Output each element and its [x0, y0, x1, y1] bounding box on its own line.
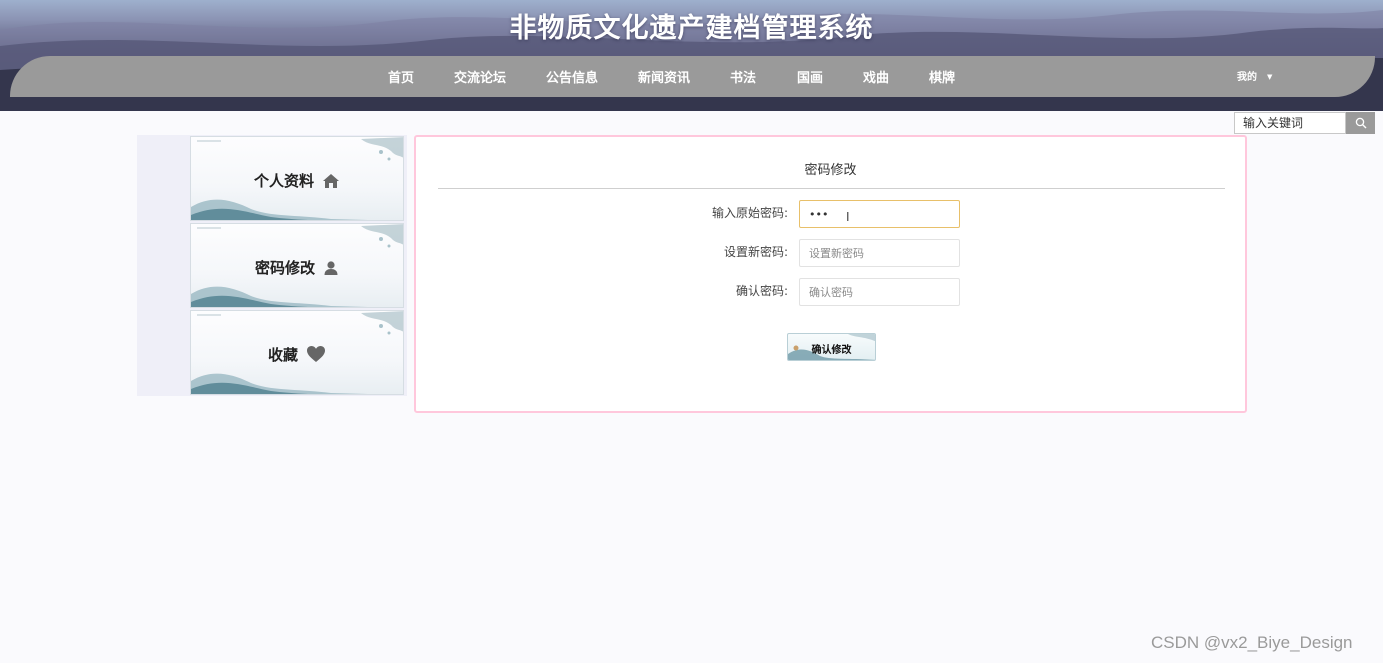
search-button[interactable]	[1346, 112, 1375, 134]
sidebar-item-favorites-label: 收藏	[191, 344, 403, 367]
nav-item-opera[interactable]: 戏曲	[863, 67, 889, 86]
nav-item-news[interactable]: 新闻资讯	[638, 67, 690, 86]
user-menu[interactable]: 我的 ▼	[1237, 68, 1272, 83]
sidebar-item-profile-label: 个人资料	[191, 170, 403, 193]
password-change-panel: 密码修改 输入原始密码: I 设置新密码: 确认密码: 确认修改	[414, 135, 1247, 413]
heart-icon	[306, 345, 326, 367]
confirm-change-label: 确认修改	[811, 345, 852, 356]
panel-title: 密码修改	[804, 163, 857, 178]
sidebar-item-favorites[interactable]: 收藏	[190, 310, 404, 395]
new-password-input[interactable]	[799, 239, 960, 267]
home-icon	[322, 173, 340, 193]
new-password-label: 设置新密码:	[723, 245, 788, 259]
sidebar: 个人资料 密码修改 收藏	[137, 135, 407, 396]
sidebar-item-password-label: 密码修改	[191, 257, 403, 280]
confirm-password-input[interactable]	[799, 278, 960, 306]
divider	[438, 188, 1225, 189]
confirm-change-button[interactable]: 确认修改	[787, 333, 876, 361]
watermark-text: CSDN @vx2_Biye_Design	[1151, 633, 1353, 652]
site-title: 非物质文化遗产建档管理系统	[509, 13, 874, 44]
old-password-input[interactable]	[799, 200, 960, 228]
nav-bar	[10, 56, 1375, 97]
nav-item-forum[interactable]: 交流论坛	[454, 67, 506, 86]
nav-item-home[interactable]: 首页	[388, 67, 414, 86]
user-menu-label: 我的	[1237, 72, 1257, 83]
sidebar-label-text: 个人资料	[253, 172, 314, 190]
text-cursor-icon: I	[846, 210, 850, 224]
user-icon	[323, 260, 339, 280]
sidebar-item-password[interactable]: 密码修改	[190, 223, 404, 308]
old-password-label: 输入原始密码:	[711, 206, 788, 220]
sidebar-label-text: 密码修改	[254, 259, 315, 277]
caret-down-icon: ▼	[1267, 73, 1273, 81]
nav-item-painting[interactable]: 国画	[797, 67, 823, 86]
search-icon	[1355, 117, 1366, 129]
search-input[interactable]	[1234, 112, 1346, 134]
site-header: 非物质文化遗产建档管理系统	[0, 0, 1383, 111]
nav-item-calligraphy[interactable]: 书法	[730, 67, 756, 86]
sidebar-item-profile[interactable]: 个人资料	[190, 136, 404, 221]
nav-item-chess[interactable]: 棋牌	[929, 67, 955, 86]
nav-item-notices[interactable]: 公告信息	[546, 67, 598, 86]
sidebar-label-text: 收藏	[267, 346, 298, 364]
confirm-password-label: 确认密码:	[735, 284, 788, 298]
